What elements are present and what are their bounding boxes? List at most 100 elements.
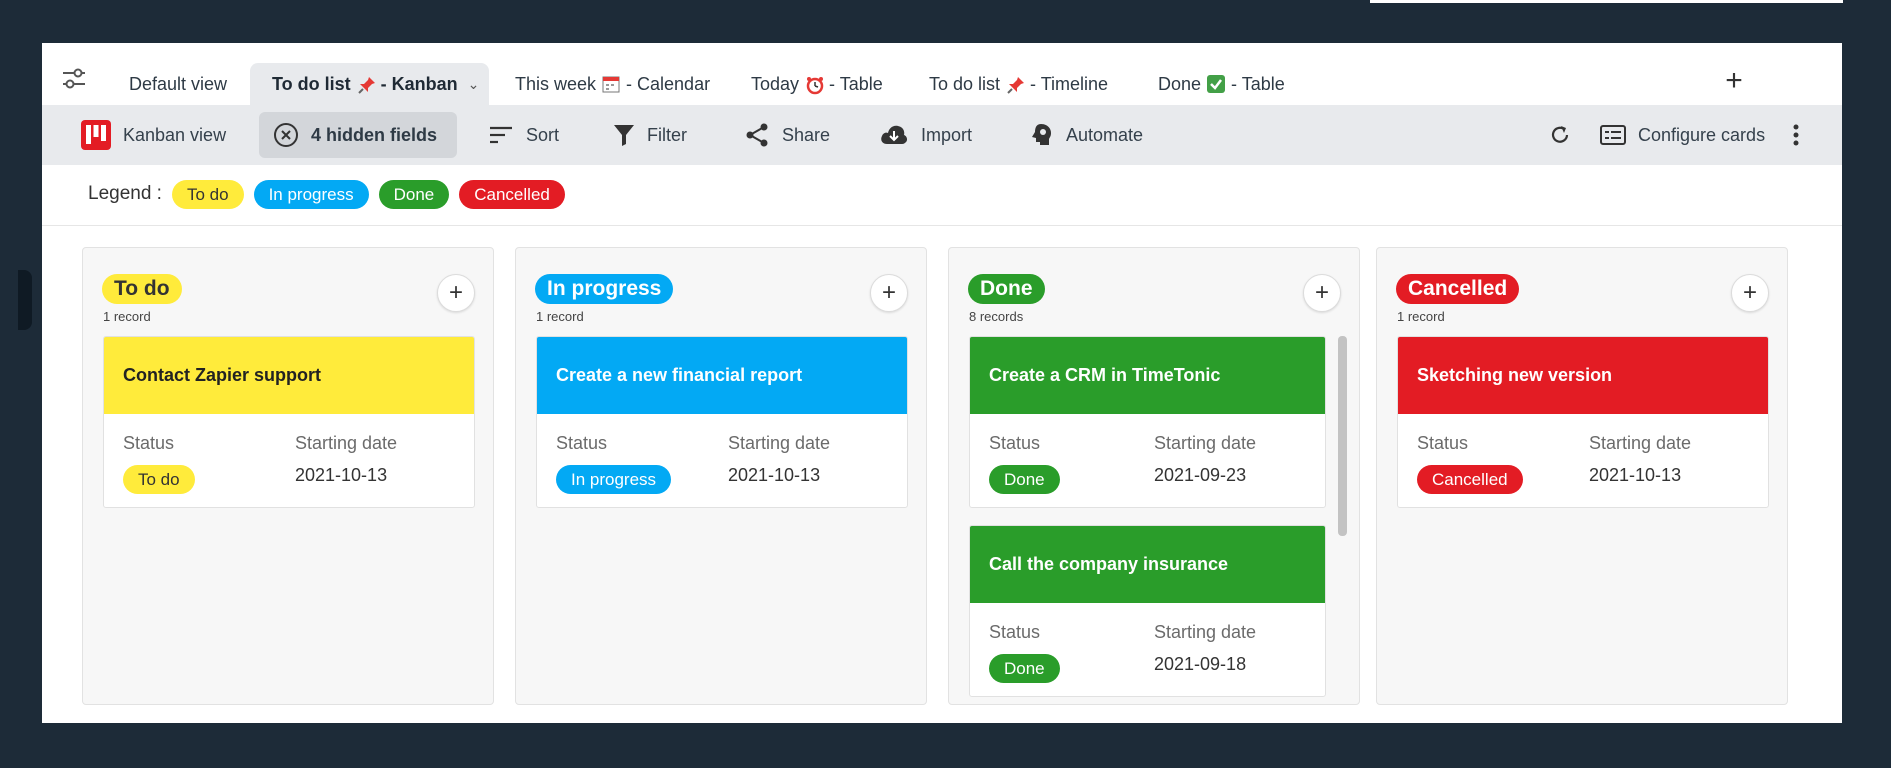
add-card-button[interactable]: + [1303, 274, 1341, 312]
add-card-button[interactable]: + [870, 274, 908, 312]
app-window: Default view To do list - Kanban ⌄ This … [42, 43, 1842, 723]
share-label: Share [782, 124, 831, 145]
tab-label-suffix: - Kanban [380, 73, 458, 94]
configure-cards-button[interactable]: Configure cards [1600, 105, 1765, 165]
toolbar: Kanban view 4 hidden fields Sort Filter … [42, 105, 1842, 165]
configure-cards-label: Configure cards [1638, 124, 1766, 145]
import-button[interactable]: Import [879, 105, 972, 165]
starting-date-field-label: Starting date [1589, 433, 1692, 453]
more-vertical-icon [1793, 124, 1799, 146]
starting-date-field-label: Starting date [295, 433, 398, 453]
card-title: Contact Zapier support [104, 337, 474, 414]
card-title: Create a new financial report [537, 337, 907, 414]
refresh-button[interactable] [1548, 105, 1584, 165]
check-box-icon [1207, 75, 1226, 93]
kanban-view-button[interactable]: Kanban view [81, 105, 226, 165]
status-badge: Cancelled [1417, 465, 1523, 494]
cloud-download-icon [881, 125, 908, 144]
kanban-card[interactable]: Call the company insurance Status Starti… [969, 525, 1326, 697]
view-settings-icon[interactable] [60, 65, 88, 93]
more-options-button[interactable] [1792, 105, 1812, 165]
share-button[interactable]: Share [744, 105, 830, 165]
kanban-view-label: Kanban view [123, 124, 227, 145]
kanban-column-cancelled: Cancelled 1 record + Sketching new versi… [1376, 247, 1788, 705]
status-badge: Done [989, 465, 1060, 494]
legend-done-badge: Done [378, 179, 450, 209]
tab-today-table[interactable]: Today - Table [751, 63, 883, 105]
alarm-clock-icon [805, 75, 824, 95]
kanban-card[interactable]: Sketching new version Status Starting da… [1397, 336, 1769, 508]
tab-label: Default view [129, 73, 228, 94]
automate-icon [1032, 124, 1051, 145]
kanban-icon [81, 120, 111, 150]
tab-label: To do list [929, 73, 1001, 94]
hidden-fields-button[interactable]: 4 hidden fields [259, 112, 458, 158]
tab-label: Done [1158, 73, 1202, 94]
add-card-button[interactable]: + [437, 274, 475, 312]
column-scrollbar[interactable] [1338, 336, 1347, 536]
kanban-column-done: Done 8 records + Create a CRM in TimeTon… [948, 247, 1360, 705]
sidebar-handle[interactable] [18, 270, 32, 330]
automate-button[interactable]: Automate [1028, 105, 1143, 165]
kanban-card[interactable]: Create a new financial report Status Sta… [536, 336, 908, 508]
kanban-column-todo: To do 1 record + Contact Zapier support … [82, 247, 494, 705]
chevron-down-icon[interactable]: ⌄ [468, 76, 480, 93]
column-title: In progress [535, 274, 674, 304]
tab-this-week-calendar[interactable]: This week - Calendar [515, 63, 710, 105]
divider [42, 225, 1842, 226]
starting-date-field-label: Starting date [728, 433, 831, 453]
add-view-button[interactable]: + [1716, 63, 1752, 99]
pushpin-icon [357, 75, 375, 94]
share-icon [746, 123, 768, 147]
tab-todo-kanban[interactable]: To do list - Kanban ⌄ [250, 63, 490, 105]
starting-date-value: 2021-10-13 [1589, 465, 1682, 485]
column-record-count: 1 record [536, 309, 584, 324]
starting-date-field-label: Starting date [1154, 433, 1257, 453]
column-record-count: 1 record [1397, 309, 1445, 324]
tab-label-suffix: - Timeline [1030, 73, 1109, 94]
sort-label: Sort [526, 124, 560, 145]
tab-label-suffix: - Table [1231, 73, 1285, 94]
legend-label: Legend : [88, 183, 162, 204]
starting-date-value: 2021-09-23 [1154, 465, 1247, 485]
card-title: Create a CRM in TimeTonic [970, 337, 1325, 414]
import-label: Import [921, 124, 973, 145]
sort-icon [490, 126, 512, 144]
view-tabs: Default view To do list - Kanban ⌄ This … [42, 43, 1842, 105]
status-badge: To do [123, 465, 195, 494]
kanban-column-in-progress: In progress 1 record + Create a new fina… [515, 247, 927, 705]
legend-cancelled-badge: Cancelled [459, 179, 565, 209]
legend-todo-badge: To do [171, 179, 244, 209]
tab-done-table[interactable]: Done - Table [1158, 63, 1285, 105]
starting-date-field-label: Starting date [1154, 622, 1257, 642]
add-card-button[interactable]: + [1731, 274, 1769, 312]
filter-icon [614, 125, 634, 146]
starting-date-value: 2021-10-13 [728, 465, 821, 485]
filter-button[interactable]: Filter [613, 105, 687, 165]
starting-date-value: 2021-10-13 [295, 465, 388, 485]
status-field-label: Status [556, 433, 608, 453]
status-field-label: Status [989, 433, 1041, 453]
column-record-count: 8 records [969, 309, 1024, 324]
tab-todo-timeline[interactable]: To do list - Timeline [929, 63, 1108, 105]
hidden-fields-label: 4 hidden fields [311, 124, 438, 145]
legend-in-progress-badge: In progress [253, 179, 369, 209]
tab-default-view[interactable]: Default view [129, 63, 227, 105]
starting-date-value: 2021-09-18 [1154, 654, 1247, 674]
top-strip [1370, 0, 1843, 3]
column-title: Done [968, 274, 1045, 304]
status-field-label: Status [123, 433, 175, 453]
column-title: Cancelled [1396, 274, 1520, 304]
sort-button[interactable]: Sort [488, 105, 559, 165]
tab-label: Today [751, 73, 800, 94]
card-title: Sketching new version [1398, 337, 1768, 414]
refresh-icon [1551, 126, 1569, 143]
status-badge: In progress [556, 465, 672, 494]
calendar-icon [602, 75, 620, 93]
pushpin-icon [1006, 75, 1025, 94]
kanban-card[interactable]: Create a CRM in TimeTonic Status Startin… [969, 336, 1326, 508]
status-badge: Done [989, 654, 1060, 683]
kanban-card[interactable]: Contact Zapier support Status Starting d… [103, 336, 475, 508]
filter-label: Filter [647, 124, 687, 145]
card-title: Call the company insurance [970, 526, 1325, 603]
